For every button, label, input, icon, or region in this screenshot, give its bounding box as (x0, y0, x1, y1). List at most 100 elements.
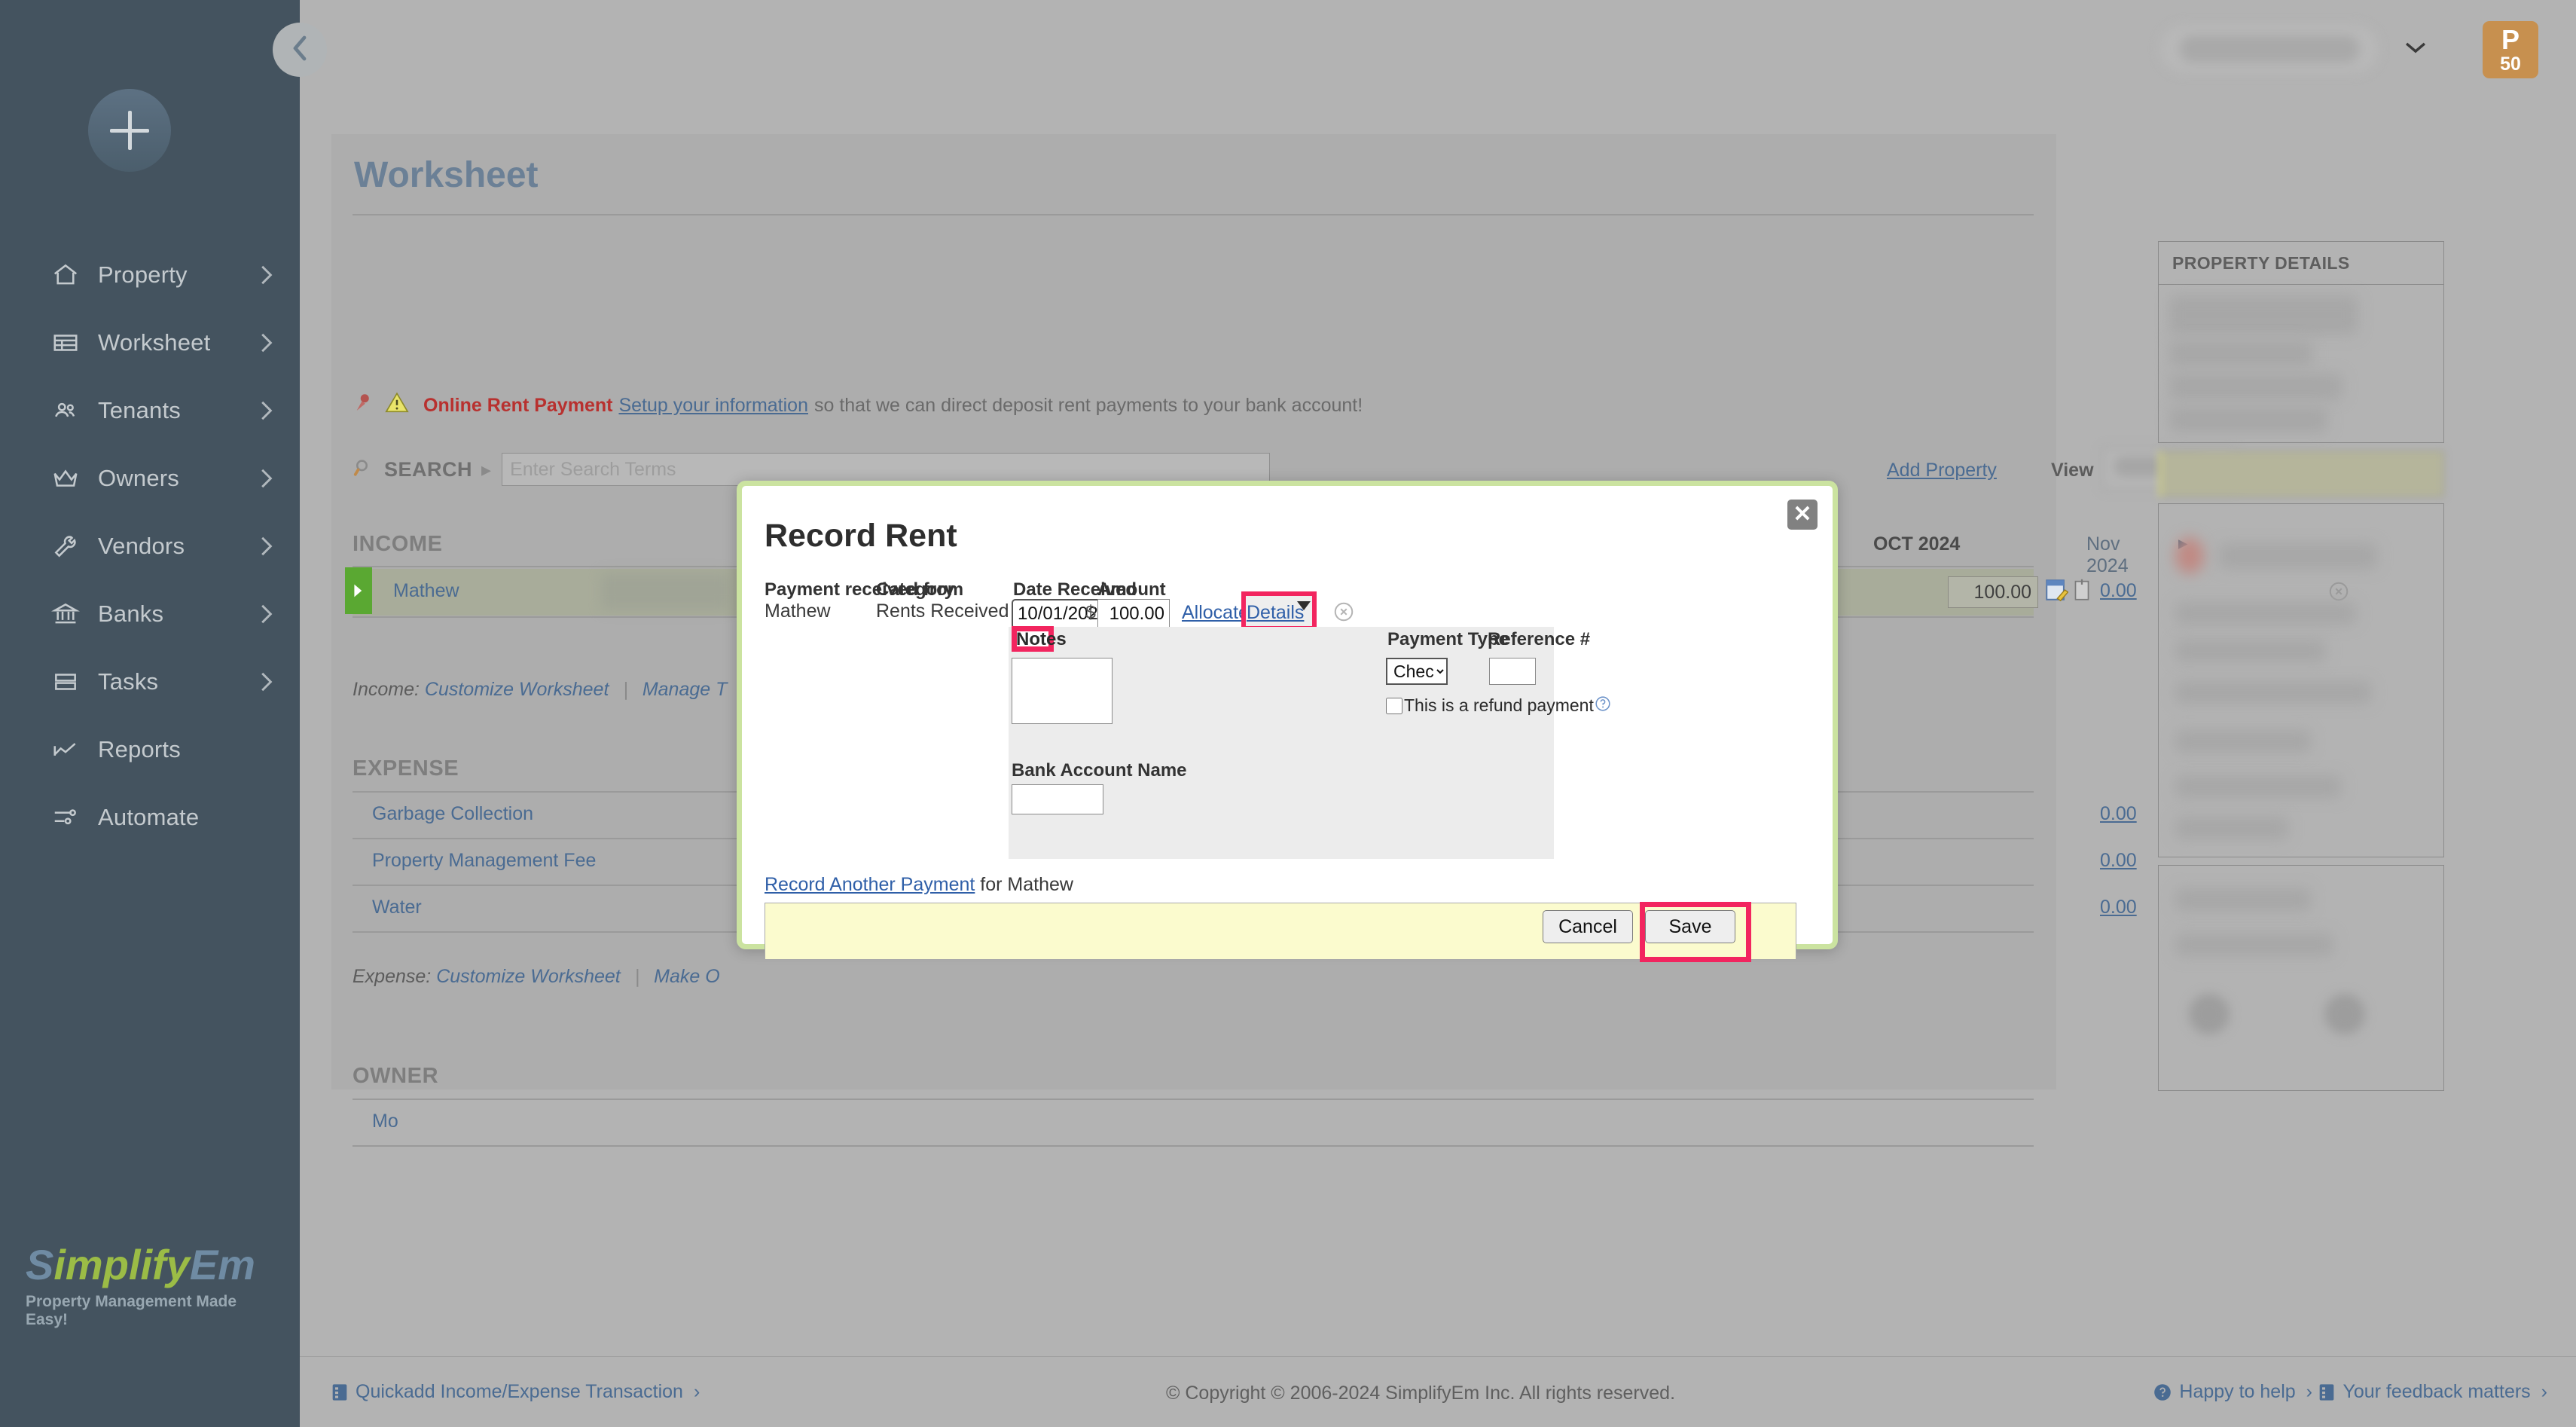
income-customize-worksheet-link[interactable]: Customize Worksheet (425, 679, 609, 700)
amount-label: Amount (1097, 579, 1166, 600)
setup-information-link[interactable]: Setup your information (618, 395, 808, 417)
chevron-left-icon (287, 33, 313, 67)
attachment-icon[interactable] (2071, 577, 2092, 607)
pin-icon (353, 392, 375, 420)
expense-makeo-link[interactable]: Make O (654, 966, 720, 987)
cell-current-month-amount[interactable]: 100.00 (1948, 576, 2038, 608)
stack-icon (51, 668, 86, 696)
property-details-alert (2158, 451, 2444, 497)
chevron-down-icon[interactable] (2403, 39, 2428, 60)
sidebar-item-label: Banks (86, 600, 258, 628)
add-property-link[interactable]: Add Property (1887, 460, 1997, 481)
sidebar-item-property[interactable]: Property (0, 241, 300, 309)
modal-title: Record Rent (765, 518, 957, 555)
notes-textarea[interactable] (1012, 658, 1113, 724)
form-icon (331, 1383, 348, 1401)
sidebar: Property Worksheet Tenants (0, 0, 300, 1427)
income-links-prefix: Income: (353, 679, 420, 700)
sidebar-nav: Property Worksheet Tenants (0, 241, 300, 851)
owner-heading: OWNER (353, 1064, 438, 1089)
close-icon[interactable]: ✕ (1787, 500, 1818, 530)
help-label: Happy to help (2179, 1381, 2295, 1403)
reference-number-label: Reference # (1488, 629, 1590, 650)
bank-account-name-label: Bank Account Name (1012, 760, 1187, 781)
reference-number-input[interactable] (1489, 658, 1536, 685)
income-heading: INCOME (353, 532, 443, 557)
sidebar-item-tenants[interactable]: Tenants (0, 377, 300, 445)
calendar-edit-icon[interactable] (2044, 577, 2068, 607)
remove-payment-icon[interactable] (1332, 600, 1355, 627)
chevron-right-icon (258, 399, 274, 423)
brand-middle: implify (53, 1241, 189, 1288)
account-selector[interactable] (2160, 25, 2379, 73)
caret-down-icon[interactable] (1296, 599, 1312, 616)
brand-s: S (26, 1241, 53, 1288)
wrench-icon (51, 532, 86, 561)
expense-links-prefix: Expense: (353, 966, 431, 987)
expense-customize-worksheet-link[interactable]: Customize Worksheet (436, 966, 621, 987)
sidebar-item-automate[interactable]: Automate (0, 784, 300, 851)
allocate-link[interactable]: Allocate (1182, 602, 1249, 624)
divider (353, 1145, 2034, 1147)
chevron-right-icon (258, 466, 274, 490)
income-manage-link[interactable]: Manage T (642, 679, 728, 700)
help-icon[interactable] (1595, 695, 1611, 716)
bank-icon (51, 600, 86, 628)
property-details-card (2158, 503, 2444, 857)
chevron-right-icon: › (2306, 1381, 2312, 1403)
question-icon (2153, 1383, 2172, 1401)
expense-name[interactable]: Property Management Fee (372, 850, 596, 872)
amount-input[interactable] (1097, 599, 1170, 629)
feedback-link[interactable]: Your feedback matters › (2318, 1381, 2547, 1403)
plan-badge-letter: P (2501, 26, 2520, 53)
search-icon (353, 457, 375, 483)
expense-next-value[interactable]: 0.00 (2100, 850, 2137, 872)
sidebar-item-label: Vendors (86, 533, 258, 560)
alert-dot-icon (2175, 537, 2204, 573)
quickadd-transaction-link[interactable]: Quickadd Income/Expense Transaction › (331, 1381, 700, 1403)
table-row[interactable]: Mo (353, 1100, 2034, 1145)
collapse-sidebar-button[interactable] (273, 23, 327, 77)
sidebar-item-banks[interactable]: Banks (0, 580, 300, 648)
quickadd-label: Quickadd Income/Expense Transaction (356, 1381, 683, 1403)
copyright-text: © Copyright © 2006-2024 SimplifyEm Inc. … (1166, 1383, 1675, 1404)
expand-row-button[interactable] (345, 567, 372, 614)
table-icon (51, 328, 86, 357)
tenant-name[interactable]: Mathew (393, 580, 459, 602)
help-link[interactable]: Happy to help › (2153, 1381, 2312, 1403)
triangle-right-icon: ▸ (481, 458, 491, 481)
brand-em: Em (190, 1241, 255, 1288)
expense-name[interactable]: Garbage Collection (372, 803, 533, 825)
sidebar-item-reports[interactable]: Reports (0, 716, 300, 784)
sidebar-item-vendors[interactable]: Vendors (0, 512, 300, 580)
record-another-payment-link[interactable]: Record Another Payment (765, 874, 975, 895)
sidebar-item-label: Tasks (86, 668, 258, 695)
expense-name[interactable]: Water (372, 897, 422, 918)
property-details-contacts (2158, 865, 2444, 1091)
save-button[interactable]: Save (1645, 910, 1735, 943)
chevron-right-icon: › (2541, 1381, 2547, 1403)
cell-next-month-value[interactable]: 0.00 (2100, 580, 2137, 602)
home-icon (51, 261, 86, 289)
bank-account-name-input[interactable] (1012, 784, 1103, 814)
expense-heading: EXPENSE (353, 756, 459, 781)
month-next[interactable]: Nov 2024 (2086, 533, 2129, 577)
cancel-button[interactable]: Cancel (1543, 910, 1633, 943)
add-button[interactable] (88, 89, 171, 172)
payment-type-select[interactable]: Check (1386, 658, 1448, 685)
expense-links: Expense: Customize Worksheet | Make O (353, 966, 720, 988)
expense-next-value[interactable]: 0.00 (2100, 897, 2137, 918)
chevron-right-icon (258, 534, 274, 558)
view-label: View (2051, 460, 2094, 481)
sidebar-item-tasks[interactable]: Tasks (0, 648, 300, 716)
owner-name[interactable]: Mo (372, 1111, 398, 1132)
notice-rest: so that we can direct deposit rent payme… (814, 395, 1363, 417)
sidebar-item-worksheet[interactable]: Worksheet (0, 309, 300, 377)
sidebar-item-label: Worksheet (86, 329, 258, 356)
plan-badge[interactable]: P 50 (2483, 21, 2538, 78)
refund-checkbox[interactable] (1386, 698, 1402, 714)
sidebar-item-owners[interactable]: Owners (0, 445, 300, 512)
expense-next-value[interactable]: 0.00 (2100, 803, 2137, 825)
chevron-right-icon (258, 670, 274, 694)
property-details-body (2158, 285, 2444, 443)
